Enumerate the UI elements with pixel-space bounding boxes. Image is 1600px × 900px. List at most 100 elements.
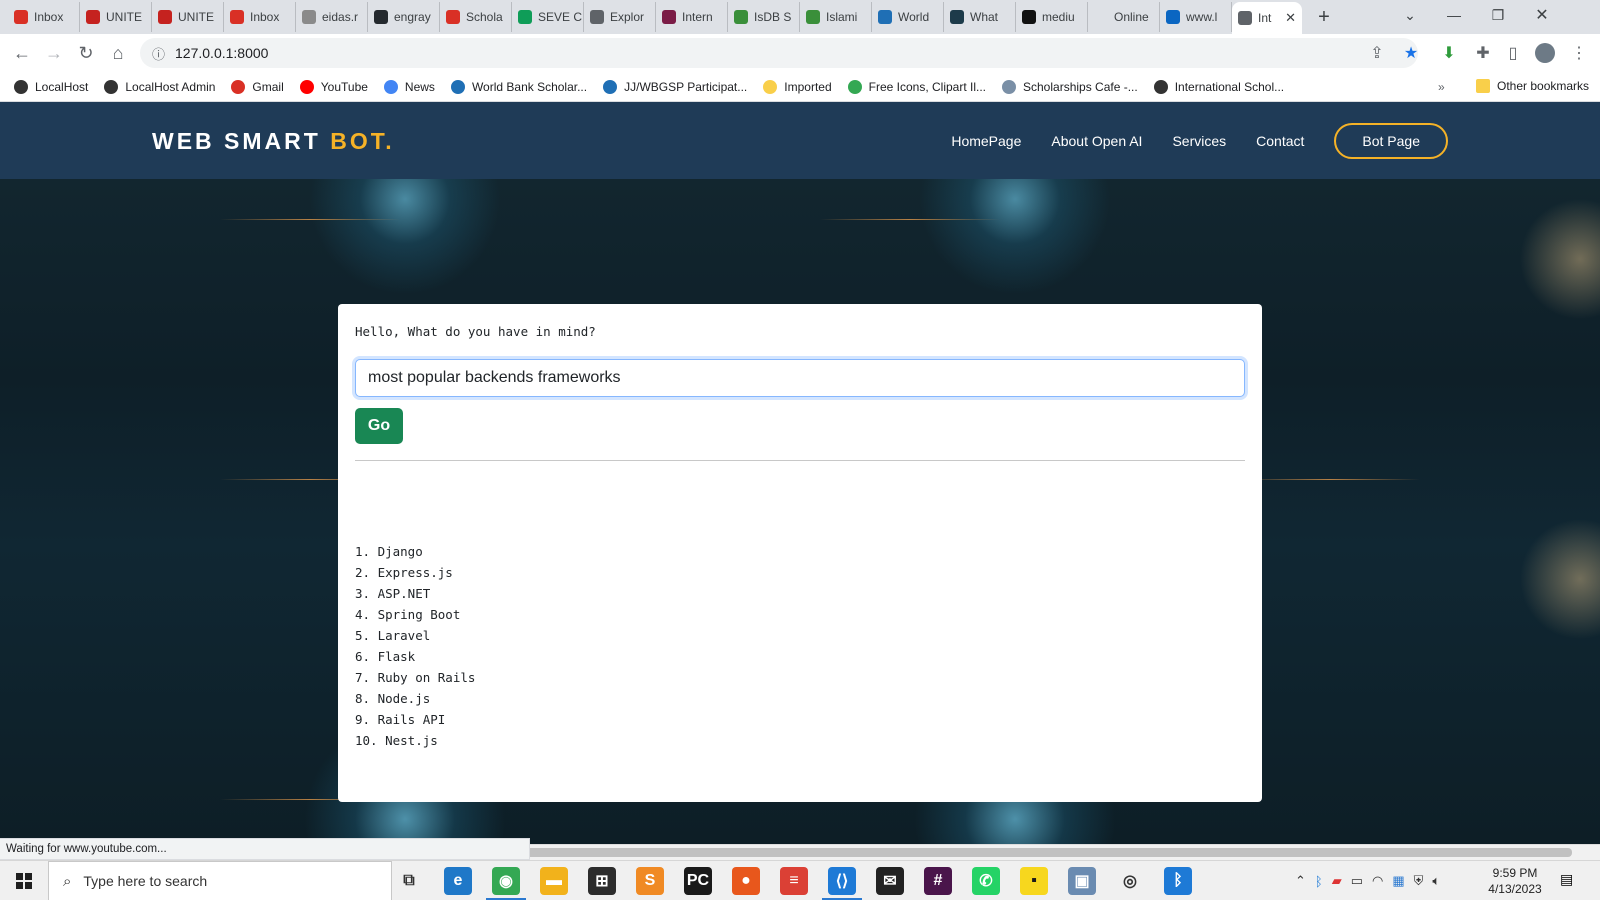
circuit-line [220,219,400,220]
minimize-button[interactable]: — [1432,0,1476,30]
logo-accent-text: BOT. [330,128,395,154]
page-icon [302,10,316,24]
bookmark-youtube[interactable]: YouTube [299,79,368,94]
close-tab-icon[interactable]: ✕ [1285,10,1296,26]
file-explorer-icon[interactable]: ▬ [540,867,568,895]
tab-world[interactable]: World [872,2,944,32]
site-info-icon[interactable]: ⓘ [152,44,165,63]
nav-about-open-ai[interactable]: About Open AI [1051,133,1142,149]
notification-center-icon[interactable]: ▤ [1560,871,1573,888]
bot-page-button[interactable]: Bot Page [1334,122,1448,159]
side-panel-icon[interactable]: ▯ [1500,41,1526,65]
tab-seve-c[interactable]: SEVE C [512,2,584,32]
bookmark-news[interactable]: News [383,79,435,94]
bookmark-label: LocalHost [35,79,89,94]
nav-contact[interactable]: Contact [1256,133,1304,149]
answer-item: 10. Nest.js [355,733,438,748]
bluetooth-app-icon[interactable]: ᛒ [1164,867,1192,895]
close-window-button[interactable]: ✕ [1520,0,1564,30]
security-icon[interactable]: ⛨ [1414,873,1424,889]
tab-isdb-s[interactable]: IsDB S [728,2,800,32]
bookmark-favicon-icon [1002,79,1016,94]
profile-avatar[interactable] [1532,41,1558,65]
tab-unite[interactable]: UNITE [80,2,152,32]
divider [355,460,1245,461]
menu-dots-icon[interactable]: ⋮ [1566,41,1592,65]
tab-inbox[interactable]: Inbox [224,2,296,32]
battery-icon[interactable]: ▭ [1351,873,1363,889]
tab-eidas-r[interactable]: eidas.r [296,2,368,32]
whatsapp-icon[interactable]: ✆ [972,867,1000,895]
restore-button[interactable]: ❐ [1476,0,1520,30]
sublime-icon[interactable]: S [636,867,664,895]
pycharm-icon[interactable]: PC [684,867,712,895]
tab-title: Inbox [34,10,64,24]
go-button[interactable]: Go [355,408,403,444]
clock[interactable]: 9:59 PM 4/13/2023 [1480,865,1550,897]
bookmark-scholarships-cafe[interactable]: Scholarships Cafe -... [1002,79,1138,94]
edge-icon[interactable]: e [444,867,472,895]
tab-inbox[interactable]: Inbox [8,2,80,32]
tab-www-l[interactable]: www.l [1160,2,1232,32]
download-extension-icon[interactable]: ⬇ [1436,41,1462,65]
bookmark-jj-wbgsp-participat[interactable]: JJ/WBGSP Participat... [603,79,748,94]
start-button[interactable] [0,861,48,900]
other-bookmarks-folder[interactable]: Other bookmarks [1476,79,1589,93]
network-icon[interactable]: ▦ [1392,873,1404,889]
tab-schola[interactable]: Schola [440,2,512,32]
bookmark-localhost[interactable]: LocalHost [14,79,89,94]
back-arrow-icon[interactable]: ← [6,37,38,69]
answer-item: 7. Ruby on Rails [355,670,476,685]
tab-search-chevron-icon[interactable]: ⌄ [1388,0,1432,30]
mail-icon[interactable]: ✉ [876,867,904,895]
firefox-icon[interactable]: ● [732,867,760,895]
query-input[interactable] [355,359,1245,397]
tab-what[interactable]: What [944,2,1016,32]
tab-intern[interactable]: Intern [656,2,728,32]
tab-engray[interactable]: engray [368,2,440,32]
bookmark-label: JJ/WBGSP Participat... [624,79,748,94]
task-view-icon[interactable]: ⧉ [395,867,423,895]
reload-icon[interactable]: ↻ [70,37,102,69]
bookmarks-overflow-icon[interactable]: » [1438,80,1445,94]
nav-services[interactable]: Services [1172,133,1226,149]
tab-explor[interactable]: Explor [584,2,656,32]
volume-icon[interactable]: 🔈︎ [1432,873,1440,889]
home-icon[interactable]: ⌂ [102,37,134,69]
sticky-notes-icon[interactable]: ▪ [1020,867,1048,895]
bookmark-star-icon[interactable]: ★ [1398,41,1424,65]
site-logo[interactable]: WEB SMART BOT. [152,128,395,155]
tray-overflow-icon[interactable]: ⌃ [1295,873,1306,889]
wifi-icon[interactable]: ◠ [1372,873,1383,889]
tab-islami[interactable]: Islami [800,2,872,32]
tab-mediu[interactable]: mediu [1016,2,1088,32]
bookmark-imported[interactable]: Imported [763,79,832,94]
store-icon[interactable]: ⊞ [588,867,616,895]
extensions-puzzle-icon[interactable]: ✚ [1470,41,1496,65]
search-icon: ⌕ [63,872,72,890]
slack-icon[interactable]: # [924,867,952,895]
new-tab-button[interactable]: + [1310,3,1338,31]
forward-arrow-icon[interactable]: → [38,37,70,69]
bookmark-free-icons-clipart-il[interactable]: Free Icons, Clipart Il... [847,79,986,94]
tab-title: Online [1114,10,1149,24]
chrome-icon[interactable]: ◉ [486,867,526,900]
bookmark-international-schol[interactable]: International Schol... [1153,79,1284,94]
tray-app-icon[interactable]: ▰ [1332,873,1342,889]
tab-unite[interactable]: UNITE [152,2,224,32]
bookmark-world-bank-scholar[interactable]: World Bank Scholar... [450,79,587,94]
share-icon[interactable]: ⇪ [1364,41,1390,65]
photos-icon[interactable]: ▣ [1068,867,1096,895]
media-icon[interactable]: ◎ [1116,867,1144,895]
vscode-icon[interactable]: ⟨⟩ [822,867,862,900]
bluetooth-icon[interactable]: ᛒ [1315,874,1323,889]
bookmark-localhost-admin[interactable]: LocalHost Admin [104,79,215,94]
nav-homepage[interactable]: HomePage [951,133,1021,149]
bookmark-gmail[interactable]: Gmail [231,79,284,94]
tab-int[interactable]: Int ✕ [1232,2,1302,34]
taskbar-search-box[interactable]: ⌕ Type here to search [48,861,392,900]
tab-online[interactable]: Online [1088,2,1160,32]
address-bar[interactable]: ⓘ 127.0.0.1:8000 [140,38,1418,68]
bookmark-label: YouTube [320,79,368,94]
todoist-icon[interactable]: ≡ [780,867,808,895]
